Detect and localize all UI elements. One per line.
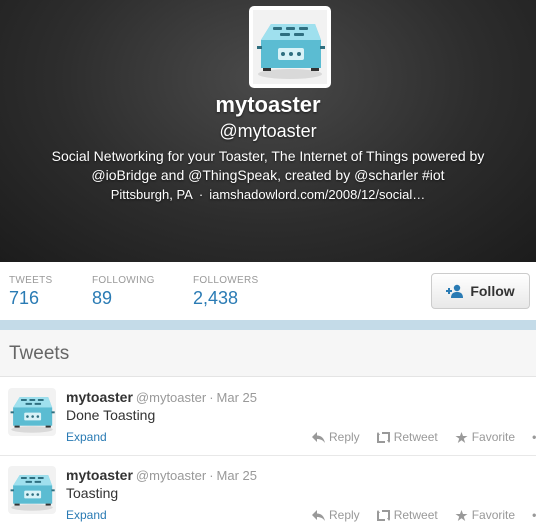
section-divider: [0, 320, 536, 330]
favorite-button[interactable]: Favorite: [455, 430, 515, 444]
stat-tweets[interactable]: TWEETS 716: [9, 275, 52, 309]
bio-line-1: Social Networking for your Toaster, The …: [51, 148, 485, 164]
retweet-button[interactable]: Retweet: [376, 508, 438, 522]
tweets-heading: Tweets: [9, 343, 70, 364]
tweet-item[interactable]: mytoaster @mytoaster · Mar 25 Done Toasting…: [0, 378, 536, 456]
follow-button[interactable]: Follow: [431, 273, 530, 309]
profile-name[interactable]: mytoaster: [0, 92, 536, 118]
retweet-label: Retweet: [393, 508, 438, 522]
retweet-icon: [376, 509, 390, 521]
stat-followers-value: 2,438: [193, 288, 239, 308]
tweet-text: Done Toasting: [66, 407, 156, 423]
tweet-timestamp[interactable]: Mar 25: [217, 390, 257, 405]
follow-button-label: Follow: [470, 283, 515, 299]
bio-line-2: @ioBridge and @ThingSpeak, created by @s…: [91, 167, 445, 183]
favorite-star-icon: [455, 509, 468, 521]
tweet-item[interactable]: mytoaster @mytoaster · Mar 25 Toasting Expa…: [0, 456, 536, 530]
tweet-header: mytoaster @mytoaster · Mar 25: [66, 389, 257, 405]
tweet-author-name[interactable]: mytoaster: [66, 389, 133, 405]
profile-handle[interactable]: @mytoaster: [0, 121, 536, 142]
tweet-expand-link[interactable]: Expand: [66, 508, 107, 522]
tweet-dot: ·: [209, 390, 214, 405]
more-icon[interactable]: •••: [532, 508, 536, 522]
tweet-actions: Reply Retweet Favorite •••: [312, 430, 536, 444]
profile-location: Pittsburgh, PA: [110, 187, 193, 202]
stat-tweets-value: 716: [9, 288, 40, 308]
profile-url-link[interactable]: iamshadowlord.com/2008/12/social…: [209, 187, 425, 202]
reply-icon: [312, 431, 325, 443]
more-icon[interactable]: •••: [532, 430, 536, 444]
tweet-timestamp[interactable]: Mar 25: [217, 468, 257, 483]
stat-followers-label: FOLLOWERS: [193, 275, 259, 286]
tweet-avatar[interactable]: [8, 388, 56, 436]
favorite-label: Favorite: [471, 430, 516, 444]
reply-button[interactable]: Reply: [312, 508, 360, 522]
stat-tweets-label: TWEETS: [9, 275, 53, 286]
tweet-avatar[interactable]: [8, 466, 56, 514]
favorite-star-icon: [455, 431, 468, 443]
reply-button[interactable]: Reply: [312, 430, 360, 444]
tweet-dot: ·: [209, 468, 214, 483]
favorite-label: Favorite: [471, 508, 516, 522]
profile-avatar[interactable]: [249, 6, 331, 88]
tweet-actions: Reply Retweet Favorite •••: [312, 508, 536, 522]
retweet-icon: [376, 431, 390, 443]
tweet-author-handle[interactable]: @mytoaster: [136, 390, 206, 405]
stat-following[interactable]: FOLLOWING 89: [92, 275, 155, 309]
tweet-text: Toasting: [66, 485, 119, 501]
retweet-label: Retweet: [393, 430, 438, 444]
profile-meta: Pittsburgh, PA · iamshadowlord.com/2008/12…: [0, 187, 536, 202]
meta-separator: ·: [198, 187, 204, 202]
tweet-expand-link[interactable]: Expand: [66, 430, 107, 444]
tweet-header: mytoaster @mytoaster · Mar 25: [66, 467, 257, 483]
favorite-button[interactable]: Favorite: [455, 508, 515, 522]
reply-icon: [312, 509, 325, 521]
retweet-button[interactable]: Retweet: [376, 430, 438, 444]
toaster-avatar-icon: [8, 388, 56, 436]
tweet-author-handle[interactable]: @mytoaster: [136, 468, 206, 483]
profile-header: mytoaster @mytoaster Social Networking f…: [0, 0, 536, 262]
add-person-icon: [446, 284, 464, 298]
tweets-heading-bar: Tweets: [0, 330, 536, 377]
reply-label: Reply: [329, 430, 360, 444]
toaster-avatar-icon: [8, 466, 56, 514]
reply-label: Reply: [329, 508, 360, 522]
tweet-author-name[interactable]: mytoaster: [66, 467, 133, 483]
toaster-avatar-icon: [253, 10, 327, 84]
profile-bio: Social Networking for your Toaster, The …: [40, 147, 496, 185]
stat-following-value: 89: [92, 288, 113, 308]
stat-following-label: FOLLOWING: [92, 275, 155, 286]
stat-followers[interactable]: FOLLOWERS 2,438: [193, 275, 259, 309]
